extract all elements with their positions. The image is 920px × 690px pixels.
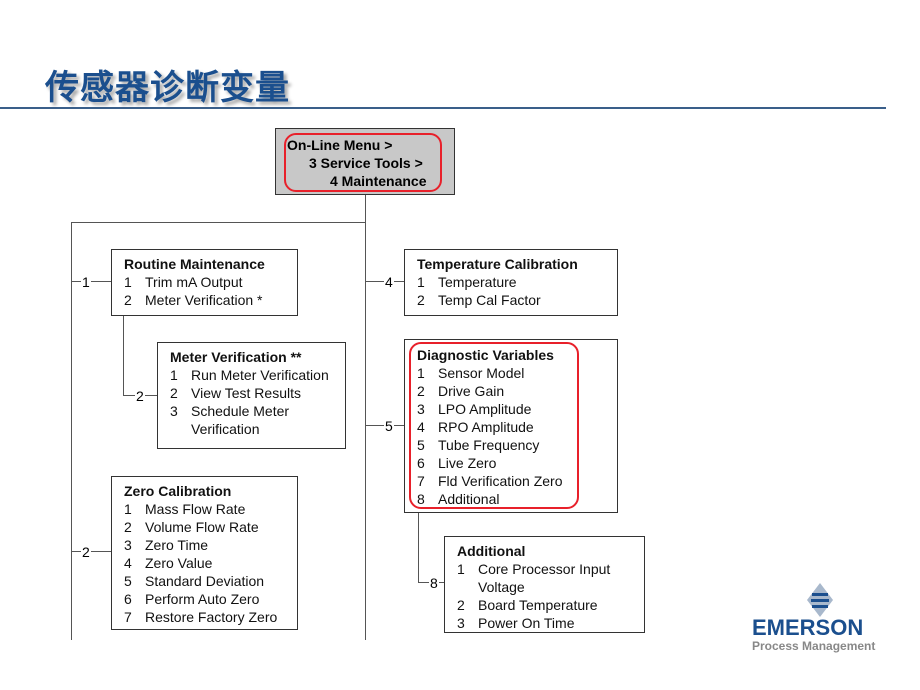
item-number: 2 [124, 292, 132, 308]
item-number: 1 [170, 367, 178, 383]
highlight-outline [409, 342, 579, 509]
item-number: 1 [124, 501, 132, 517]
connector-label: 2 [81, 544, 91, 560]
item-number: 7 [124, 609, 132, 625]
item-number: 3 [170, 403, 178, 419]
emerson-logo-icon [807, 583, 833, 617]
item-number: 1 [124, 274, 132, 290]
box-title: Meter Verification ** [170, 349, 302, 365]
item-label: Standard Deviation [145, 573, 265, 589]
emerson-logo: EMERSON Process Management [752, 583, 892, 653]
item-label: Meter Verification * [145, 292, 263, 308]
menu-item: 4 Zero Value [124, 554, 285, 572]
menu-item: 2 Temp Cal Factor [417, 291, 605, 309]
connector-label: 2 [135, 388, 145, 404]
menu-item: 1 Run Meter Verification [170, 366, 333, 384]
connector-line [71, 222, 72, 640]
item-number: 3 [124, 537, 132, 553]
menu-item: 1 Trim mA Output [124, 273, 285, 291]
zero-calibration-box: Zero Calibration 1 Mass Flow Rate 2 Volume F… [111, 476, 298, 630]
menu-item: 2 Volume Flow Rate [124, 518, 285, 536]
logo-brand: EMERSON [752, 615, 864, 640]
item-label: Volume Flow Rate [145, 519, 259, 535]
menu-item: 7 Restore Factory Zero [124, 608, 285, 626]
routine-maintenance-box: Routine Maintenance 1 Trim mA Output 2 Meter… [111, 249, 298, 316]
item-label: View Test Results [191, 385, 301, 401]
menu-item: 1 Core Processor Input Voltage [457, 560, 632, 596]
item-label: Schedule Meter Verification [191, 403, 290, 437]
item-label: Trim mA Output [145, 274, 243, 290]
box-title: Zero Calibration [124, 483, 232, 499]
item-number: 2 [417, 292, 425, 308]
logo-tagline: Process Management [752, 639, 876, 653]
connector-label: 8 [429, 575, 439, 591]
item-label: Perform Auto Zero [145, 591, 260, 607]
item-label: Run Meter Verification [191, 367, 329, 383]
box-title: Additional [457, 543, 526, 559]
menu-item: 2 View Test Results [170, 384, 333, 402]
box-title: Temperature Calibration [417, 256, 578, 272]
item-number: 2 [124, 519, 132, 535]
item-label: Zero Time [145, 537, 209, 553]
menu-item: 2 Meter Verification * [124, 291, 285, 309]
item-number: 3 [457, 615, 465, 631]
item-number: 4 [124, 555, 132, 571]
item-label: Mass Flow Rate [145, 501, 246, 517]
menu-item: 2 Board Temperature [457, 596, 632, 614]
item-label: Core Processor Input Voltage [478, 561, 611, 595]
highlight-outline [284, 133, 442, 192]
connector-line [71, 551, 111, 552]
item-label: Power On Time [478, 615, 575, 631]
item-label: Restore Factory Zero [145, 609, 278, 625]
item-label: Temperature [438, 274, 517, 290]
item-number: 2 [170, 385, 178, 401]
connector-line [71, 222, 366, 223]
title-divider [0, 107, 886, 109]
item-number: 1 [457, 561, 465, 577]
menu-item: 3 Power On Time [457, 614, 632, 632]
connector-line [123, 315, 124, 395]
item-number: 6 [124, 591, 132, 607]
connector-label: 4 [384, 274, 394, 290]
connector-line [71, 281, 111, 282]
item-label: Board Temperature [478, 597, 598, 613]
menu-item: 3 Schedule Meter Verification [170, 402, 333, 438]
item-number: 1 [417, 274, 425, 290]
page-title: 传感器诊断变量 [45, 68, 290, 108]
item-label: Zero Value [145, 555, 213, 571]
menu-item: 1 Temperature [417, 273, 605, 291]
connector-label: 5 [384, 418, 394, 434]
connector-line [365, 195, 366, 640]
menu-item: 1 Mass Flow Rate [124, 500, 285, 518]
item-number: 2 [457, 597, 465, 613]
menu-item: 5 Standard Deviation [124, 572, 285, 590]
menu-item: 3 Zero Time [124, 536, 285, 554]
item-number: 5 [124, 573, 132, 589]
temperature-calibration-box: Temperature Calibration 1 Temperature 2 Temp… [404, 249, 618, 316]
connector-line [418, 512, 419, 583]
menu-item: 6 Perform Auto Zero [124, 590, 285, 608]
box-title: Routine Maintenance [124, 256, 265, 272]
item-label: Temp Cal Factor [438, 292, 541, 308]
additional-box: Additional 1 Core Processor Input Voltage 2… [444, 536, 645, 633]
connector-label: 1 [81, 274, 91, 290]
meter-verification-box: Meter Verification ** 1 Run Meter Verifica… [157, 342, 346, 449]
